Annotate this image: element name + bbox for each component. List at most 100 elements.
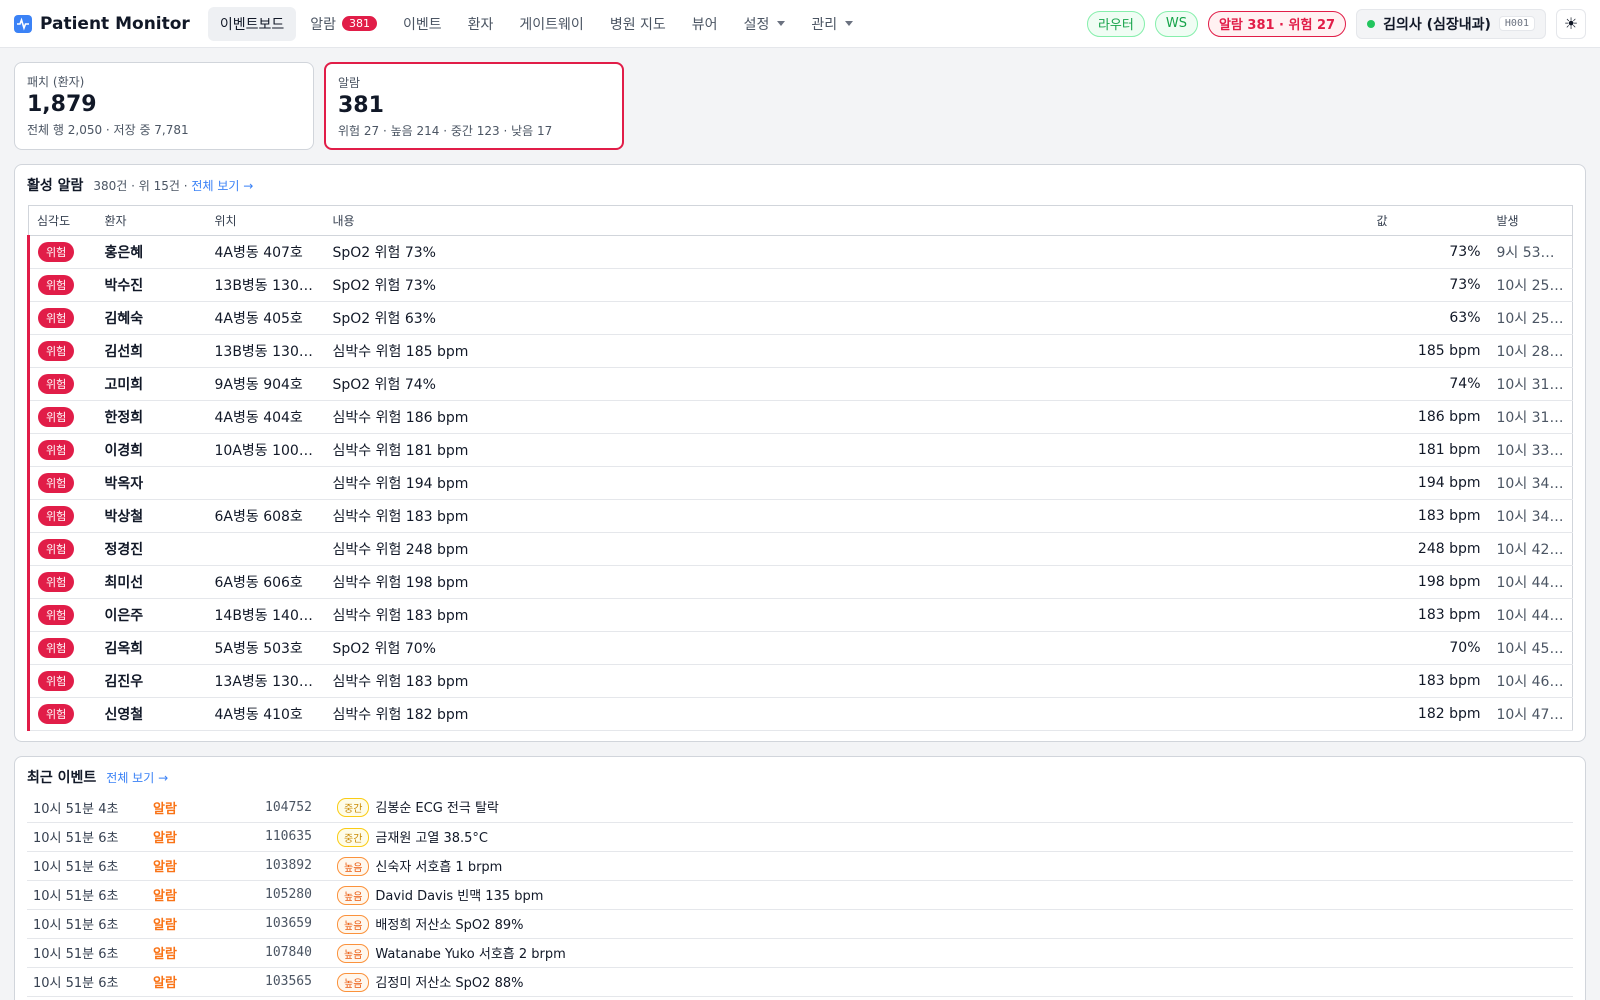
alarm-time: 10시 45… xyxy=(1488,631,1573,665)
list-item[interactable]: 10시 51분 6초 알람 103892 높음 신숙자 서호흡 1 brpm xyxy=(27,851,1573,881)
alarm-time: 10시 28… xyxy=(1488,334,1573,368)
event-time: 10시 51분 6초 xyxy=(27,909,147,939)
nav-hospital-map-label: 병원 지도 xyxy=(609,16,666,33)
patient-name[interactable]: 김옥희 xyxy=(96,631,207,665)
list-item[interactable]: 10시 51분 6초 알람 103565 높음 김정미 저산소 SpO2 88% xyxy=(27,967,1573,997)
event-id: 104752 xyxy=(259,793,331,823)
table-row[interactable]: 위험 이은주 14B병동 140… 심박수 위험 183 bpm 183 bpm 10시 … xyxy=(27,598,1573,632)
severity-badge: 위험 xyxy=(38,275,75,295)
patient-name[interactable]: 박상철 xyxy=(96,499,207,533)
nav-alarms[interactable]: 알람 381 xyxy=(298,7,389,41)
alarm-content: 심박수 위험 198 bpm xyxy=(324,565,1369,599)
table-row[interactable]: 위험 박옥자 심박수 위험 194 bpm 194 bpm 10시 34… xyxy=(27,466,1573,500)
alarm-value: 185 bpm xyxy=(1368,334,1489,368)
nav-admin[interactable]: 관리 xyxy=(799,7,865,41)
ws-status-pill[interactable]: WS xyxy=(1154,10,1198,37)
severity-badge: 위험 xyxy=(38,308,75,328)
patient-name[interactable]: 김진우 xyxy=(96,664,207,698)
alarm-time: 9시 53… xyxy=(1488,235,1573,269)
alarm-value: 198 bpm xyxy=(1368,565,1489,599)
patient-name[interactable]: 신영철 xyxy=(96,697,207,731)
nav-viewer-label: 뷰어 xyxy=(691,16,718,33)
nav-events[interactable]: 이벤트 xyxy=(391,7,454,41)
table-row[interactable]: 위험 최미선 6A병동 606호 심박수 위험 198 bpm 198 bpm 10시 4… xyxy=(27,565,1573,599)
user-menu[interactable]: 김의사 (심장내과) H001 xyxy=(1356,8,1546,39)
nav-hospital-map[interactable]: 병원 지도 xyxy=(598,7,678,41)
patches-stat-value: 1,879 xyxy=(27,92,97,117)
col-value[interactable]: 값 xyxy=(1368,205,1489,236)
alarm-value: 73% xyxy=(1368,235,1489,269)
event-time: 10시 51분 6초 xyxy=(27,938,147,968)
col-severity[interactable]: 심각도 xyxy=(28,205,97,236)
table-row[interactable]: 위험 한정희 4A병동 404호 심박수 위험 186 bpm 186 bpm 10시 3… xyxy=(27,400,1573,434)
nav-dashboard[interactable]: 이벤트보드 xyxy=(207,6,297,41)
table-row[interactable]: 위험 정경진 심박수 위험 248 bpm 248 bpm 10시 42… xyxy=(27,532,1573,566)
col-patient[interactable]: 환자 xyxy=(96,205,207,236)
table-row[interactable]: 위험 박수진 13B병동 130… SpO2 위험 73% 73% 10시 25… xyxy=(27,268,1573,302)
list-item[interactable]: 10시 51분 6초 알람 103659 높음 배정희 저산소 SpO2 89% xyxy=(27,909,1573,939)
col-content[interactable]: 내용 xyxy=(324,205,1369,236)
table-header-row: 심각도 환자 위치 내용 값 발생 xyxy=(28,205,1573,236)
patient-name[interactable]: 박옥자 xyxy=(96,466,207,500)
nav-patients[interactable]: 환자 xyxy=(456,7,506,41)
recent-events-view-all-link[interactable]: 전체 보기 → xyxy=(106,769,168,786)
table-row[interactable]: 위험 김혜숙 4A병동 405호 SpO2 위험 63% 63% 10시 25… xyxy=(27,301,1573,335)
severity-badge: 위험 xyxy=(38,605,75,625)
list-item[interactable]: 10시 51분 4초 알람 104752 중간 김봉순 ECG 전극 탈락 xyxy=(27,793,1573,823)
alarm-content: SpO2 위험 74% xyxy=(324,367,1369,401)
patient-location: 13B병동 130… xyxy=(206,268,325,302)
alarms-stat-card[interactable]: 알람 381 위험 27 · 높음 214 · 중간 123 · 낮음 17 xyxy=(324,62,624,150)
table-row[interactable]: 위험 신영철 4A병동 410호 심박수 위험 182 bpm 182 bpm 10시 4… xyxy=(27,697,1573,731)
severity-badge: 위험 xyxy=(38,638,75,658)
patient-name[interactable]: 김혜숙 xyxy=(96,301,207,335)
table-row[interactable]: 위험 고미희 9A병동 904호 SpO2 위험 74% 74% 10시 31… xyxy=(27,367,1573,401)
app-brand[interactable]: Patient Monitor xyxy=(14,14,190,34)
event-id: 105280 xyxy=(259,880,331,910)
alarm-time: 10시 44… xyxy=(1488,565,1573,599)
list-item[interactable]: 10시 51분 6초 알람 105280 높음 David Davis 빈맥 135 b… xyxy=(27,880,1573,910)
table-row[interactable]: 위험 김선희 13B병동 130… 심박수 위험 185 bpm 185 bpm 10시 … xyxy=(27,334,1573,368)
patient-name[interactable]: 박수진 xyxy=(96,268,207,302)
table-row[interactable]: 위험 김진우 13A병동 130… 심박수 위험 183 bpm 183 bpm 10시 … xyxy=(27,664,1573,698)
alarm-value: 63% xyxy=(1368,301,1489,335)
nav-settings[interactable]: 설정 xyxy=(732,7,798,41)
chevron-down-icon xyxy=(845,21,854,26)
patient-name[interactable]: 이경희 xyxy=(96,433,207,467)
col-time[interactable]: 발생 xyxy=(1488,205,1573,236)
user-name: 김의사 (심장내과) xyxy=(1383,16,1491,33)
patient-name[interactable]: 김선희 xyxy=(96,334,207,368)
alarm-value: 182 bpm xyxy=(1368,697,1489,731)
table-row[interactable]: 위험 박상철 6A병동 608호 심박수 위험 183 bpm 183 bpm 10시 3… xyxy=(27,499,1573,533)
nav-gateway[interactable]: 게이트웨이 xyxy=(507,7,595,41)
alarm-summary-pill[interactable]: 알람 381 · 위험 27 xyxy=(1207,10,1347,37)
alarm-time: 10시 33… xyxy=(1488,433,1573,467)
recent-events-panel: 최근 이벤트 전체 보기 → 10시 51분 4초 알람 104752 중간 김봉순 E… xyxy=(14,756,1586,1000)
user-code-badge: H001 xyxy=(1498,16,1535,31)
active-alarms-view-all-link[interactable]: 전체 보기 → xyxy=(191,179,253,193)
patches-stat-card[interactable]: 패치 (환자) 1,879 전체 행 2,050 · 저장 중 7,781 xyxy=(14,62,314,150)
chevron-down-icon xyxy=(777,21,786,26)
patient-location: 10A병동 100… xyxy=(206,433,325,467)
patient-name[interactable]: 정경진 xyxy=(96,532,207,566)
table-row[interactable]: 위험 이경희 10A병동 100… 심박수 위험 181 bpm 181 bpm 10시 … xyxy=(27,433,1573,467)
patient-name[interactable]: 한정희 xyxy=(96,400,207,434)
event-level-badge: 높음 xyxy=(337,885,370,905)
patient-name[interactable]: 이은주 xyxy=(96,598,207,632)
router-status-pill[interactable]: 라우터 xyxy=(1086,10,1145,37)
patient-name[interactable]: 홍은혜 xyxy=(96,235,207,269)
alarm-content: 심박수 위험 182 bpm xyxy=(324,697,1369,731)
nav-viewer[interactable]: 뷰어 xyxy=(680,7,730,41)
list-item[interactable]: 10시 51분 6초 알람 110635 중간 금재원 고열 38.5°C xyxy=(27,822,1573,852)
list-item[interactable]: 10시 51분 6초 알람 107840 높음 Watanabe Yuko 서호흡 2 … xyxy=(27,938,1573,968)
top-navigation-bar: Patient Monitor 이벤트보드 알람 381 이벤트 환자 게이트웨… xyxy=(0,0,1600,48)
patient-name[interactable]: 최미선 xyxy=(96,565,207,599)
theme-toggle-button[interactable]: ☀ xyxy=(1556,8,1586,39)
patient-name[interactable]: 고미희 xyxy=(96,367,207,401)
severity-badge: 위험 xyxy=(38,572,75,592)
active-alarms-body: 위험 홍은혜 4A병동 407호 SpO2 위험 73% 73% 9시 53… 위험 박수진 1… xyxy=(27,235,1573,731)
table-row[interactable]: 위험 홍은혜 4A병동 407호 SpO2 위험 73% 73% 9시 53… xyxy=(27,235,1573,269)
alarm-value: 73% xyxy=(1368,268,1489,302)
col-location[interactable]: 위치 xyxy=(206,205,325,236)
event-level-badge: 높음 xyxy=(337,972,370,992)
table-row[interactable]: 위험 김옥희 5A병동 503호 SpO2 위험 70% 70% 10시 45… xyxy=(27,631,1573,665)
